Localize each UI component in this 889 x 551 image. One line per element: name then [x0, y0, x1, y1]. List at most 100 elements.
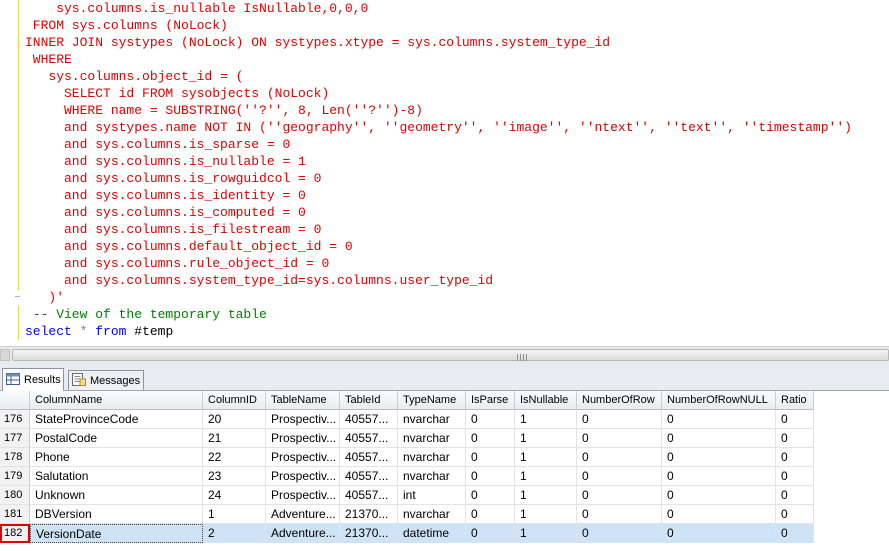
table-cell[interactable]: Prospectiv... [266, 467, 340, 486]
column-header-numberofrow[interactable]: NumberOfRow [577, 391, 662, 410]
table-cell[interactable]: 0 [776, 486, 814, 505]
code-line[interactable]: and systypes.name NOT IN (''geography'',… [25, 119, 852, 136]
code-line[interactable]: )' [25, 289, 852, 306]
code-line[interactable]: FROM sys.columns (NoLock) [25, 17, 852, 34]
column-header-tablename[interactable]: TableName [266, 391, 340, 410]
table-cell[interactable]: 1 [515, 505, 577, 524]
table-cell[interactable]: 0 [776, 448, 814, 467]
table-cell[interactable]: 0 [662, 448, 776, 467]
table-cell[interactable]: Phone [30, 448, 203, 467]
row-number-cell[interactable]: 177 [0, 429, 30, 448]
code-line[interactable]: and sys.columns.is_computed = 0 [25, 204, 852, 221]
table-cell[interactable]: 0 [577, 410, 662, 429]
table-cell[interactable]: 0 [577, 524, 662, 543]
table-cell[interactable]: 1 [203, 505, 266, 524]
code-line[interactable]: INNER JOIN systypes (NoLock) ON systypes… [25, 34, 852, 51]
grid-corner-cell[interactable] [0, 391, 30, 410]
table-cell[interactable]: datetime [398, 524, 466, 543]
table-cell[interactable]: 21370... [340, 524, 398, 543]
table-cell[interactable]: 40557... [340, 429, 398, 448]
table-row[interactable]: 178 Phone 22 Prospectiv... 40557... nvarchar 0… [0, 448, 814, 467]
table-cell[interactable]: 0 [577, 505, 662, 524]
table-cell[interactable]: 0 [577, 486, 662, 505]
table-cell[interactable]: Prospectiv... [266, 429, 340, 448]
table-cell[interactable]: 40557... [340, 448, 398, 467]
table-cell[interactable]: 0 [577, 448, 662, 467]
code-line[interactable]: SELECT id FROM sysobjects (NoLock) [25, 85, 852, 102]
table-cell[interactable]: StateProvinceCode [30, 410, 203, 429]
table-cell[interactable]: 0 [776, 524, 814, 543]
table-cell[interactable]: Prospectiv... [266, 486, 340, 505]
results-grid[interactable]: ColumnName ColumnID TableName TableId TypeNa… [0, 391, 889, 551]
table-row[interactable]: 177 PostalCode 21 Prospectiv... 40557... nvar… [0, 429, 814, 448]
table-cell[interactable]: 0 [466, 467, 515, 486]
table-cell[interactable]: 1 [515, 467, 577, 486]
table-cell[interactable]: 20 [203, 410, 266, 429]
table-cell[interactable]: 40557... [340, 410, 398, 429]
code-line[interactable]: and sys.columns.default_object_id = 0 [25, 238, 852, 255]
table-cell[interactable]: 1 [515, 486, 577, 505]
table-row[interactable]: 181 DBVersion 1 Adventure... 21370... nvarcha… [0, 505, 814, 524]
table-cell[interactable]: nvarchar [398, 505, 466, 524]
table-cell[interactable]: 0 [577, 429, 662, 448]
table-cell[interactable]: 21370... [340, 505, 398, 524]
row-number-cell[interactable]: 178 [0, 448, 30, 467]
code-line[interactable]: and sys.columns.is_rowguidcol = 0 [25, 170, 852, 187]
table-cell[interactable]: 0 [577, 467, 662, 486]
table-cell[interactable]: nvarchar [398, 448, 466, 467]
column-header-numberofrownull[interactable]: NumberOfRowNULL [662, 391, 776, 410]
table-cell[interactable]: VersionDate [30, 524, 203, 543]
table-cell[interactable]: 1 [515, 410, 577, 429]
sql-editor[interactable]: sys.columns.is_nullable IsNullable,0,0,0… [0, 0, 889, 346]
table-cell[interactable]: 40557... [340, 467, 398, 486]
table-row[interactable]: 179 Salutation 23 Prospectiv... 40557... nvar… [0, 467, 814, 486]
code-line[interactable]: and sys.columns.rule_object_id = 0 [25, 255, 852, 272]
row-number-cell[interactable]: 182 [0, 524, 30, 543]
table-cell[interactable]: 0 [662, 410, 776, 429]
table-cell[interactable]: 0 [466, 524, 515, 543]
row-number-cell[interactable]: 179 [0, 467, 30, 486]
code-line[interactable]: WHERE name = SUBSTRING(''?'', 8, Len(''?… [25, 102, 852, 119]
code-line[interactable]: WHERE [25, 51, 852, 68]
row-number-cell[interactable]: 181 [0, 505, 30, 524]
table-cell[interactable]: 24 [203, 486, 266, 505]
table-cell[interactable]: Prospectiv... [266, 410, 340, 429]
table-cell[interactable]: 0 [662, 505, 776, 524]
table-cell[interactable]: 0 [662, 524, 776, 543]
table-cell[interactable]: 0 [776, 467, 814, 486]
table-cell[interactable]: 23 [203, 467, 266, 486]
table-cell[interactable]: 0 [776, 410, 814, 429]
table-cell[interactable]: 0 [662, 429, 776, 448]
table-cell[interactable]: 2 [203, 524, 266, 543]
table-cell[interactable]: 1 [515, 524, 577, 543]
table-cell[interactable]: 22 [203, 448, 266, 467]
table-cell[interactable]: 40557... [340, 486, 398, 505]
table-cell[interactable]: nvarchar [398, 467, 466, 486]
table-cell[interactable]: nvarchar [398, 410, 466, 429]
table-cell[interactable]: 0 [466, 429, 515, 448]
column-header-ratio[interactable]: Ratio [776, 391, 814, 410]
table-cell[interactable]: 0 [466, 505, 515, 524]
code-line[interactable]: sys.columns.is_nullable IsNullable,0,0,0 [25, 0, 852, 17]
scroll-left-area[interactable] [0, 349, 10, 361]
table-cell[interactable]: 0 [776, 429, 814, 448]
table-row[interactable]: 182 VersionDate 2 Adventure... 21370... datet… [0, 524, 814, 543]
table-cell[interactable]: Salutation [30, 467, 203, 486]
code-line[interactable]: and sys.columns.is_filestream = 0 [25, 221, 852, 238]
tab-results[interactable]: Results [2, 368, 64, 391]
column-header-tableid[interactable]: TableId [340, 391, 398, 410]
code-line[interactable]: select * from #temp [25, 323, 852, 340]
column-header-isparse[interactable]: IsParse [466, 391, 515, 410]
table-cell[interactable]: Prospectiv... [266, 448, 340, 467]
code-line[interactable]: and sys.columns.is_sparse = 0 [25, 136, 852, 153]
code-line[interactable]: and sys.columns.system_type_id=sys.colum… [25, 272, 852, 289]
table-cell[interactable]: 0 [662, 467, 776, 486]
row-number-cell[interactable]: 180 [0, 486, 30, 505]
table-cell[interactable]: 0 [662, 486, 776, 505]
table-cell[interactable]: Unknown [30, 486, 203, 505]
code-line[interactable]: -- View of the temporary table [25, 306, 852, 323]
table-cell[interactable]: 1 [515, 429, 577, 448]
table-cell[interactable]: 21 [203, 429, 266, 448]
table-cell[interactable]: Adventure... [266, 524, 340, 543]
column-header-columnid[interactable]: ColumnID [203, 391, 266, 410]
